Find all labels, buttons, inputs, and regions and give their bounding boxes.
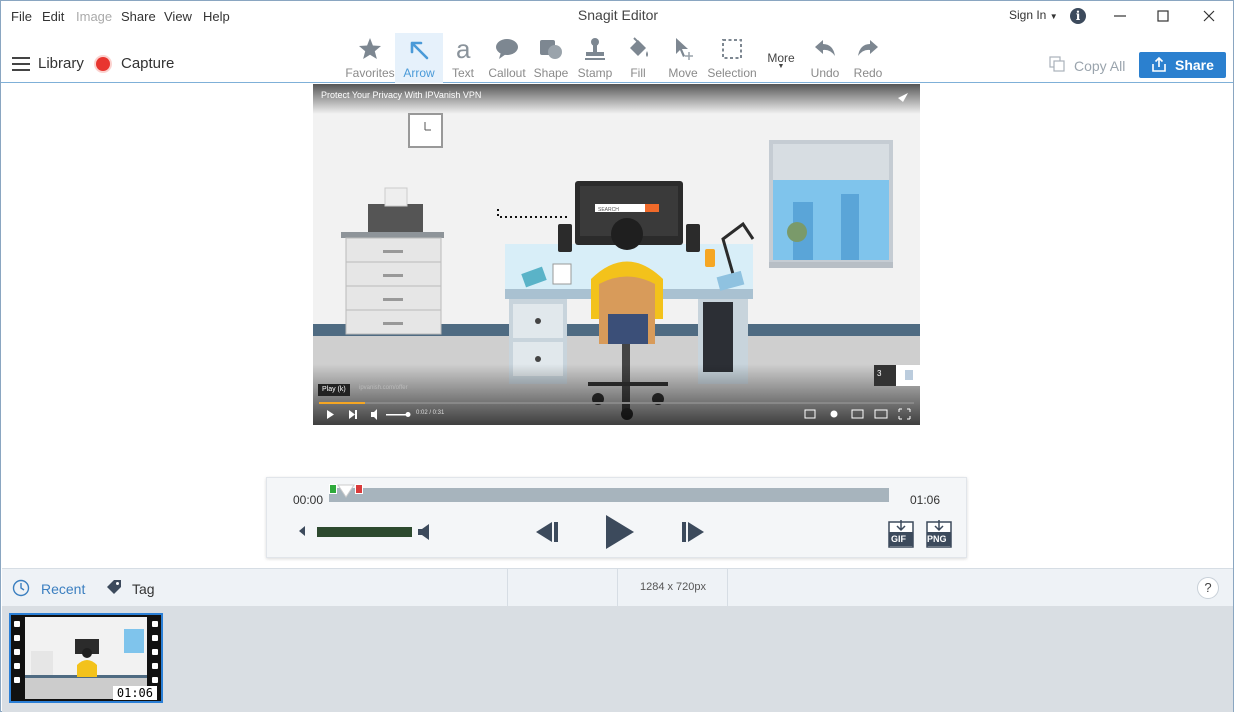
menu-file[interactable]: File <box>11 9 32 24</box>
play-icon[interactable] <box>603 513 637 551</box>
info-icon[interactable]: i <box>1070 8 1086 24</box>
volume-high-icon[interactable] <box>417 522 433 542</box>
card-count: 3 <box>877 369 882 378</box>
share-icon <box>1152 57 1166 72</box>
close-icon[interactable] <box>1199 6 1219 26</box>
save-as-png-button[interactable]: PNG <box>926 518 952 548</box>
video-time: 0:02 / 0:31 <box>416 410 445 416</box>
save-as-gif-button[interactable]: GIF <box>888 518 914 548</box>
selection-icon <box>722 39 742 59</box>
snagit-editor-window: File Edit Image Share View Help Snagit E… <box>0 0 1234 712</box>
timeline-track[interactable] <box>329 488 889 502</box>
tool-redo[interactable]: Redo <box>844 33 892 83</box>
tag-tab[interactable]: Tag <box>132 581 155 597</box>
maximize-icon[interactable] <box>1153 6 1173 26</box>
menu-help[interactable]: Help <box>203 9 230 24</box>
help-icon[interactable]: ? <box>1197 577 1219 599</box>
tool-label: Selection <box>707 66 757 80</box>
minimize-icon[interactable] <box>1110 6 1130 26</box>
menu-share[interactable]: Share <box>121 9 156 24</box>
capture-button[interactable]: Capture <box>121 55 174 72</box>
bottom-bar: Recent Tag 1284 x 720px ? <box>2 568 1233 607</box>
arrow-icon <box>410 41 429 60</box>
stamp-icon <box>585 38 605 60</box>
gif-label: GIF <box>891 534 906 544</box>
svg-text:a: a <box>456 36 471 62</box>
video-player-controls: 00:00 01:06 GIF PNG <box>266 477 967 558</box>
fill-icon <box>630 37 648 57</box>
callout-icon <box>496 39 518 59</box>
video-title: Protect Your Privacy With IPVanish VPN <box>321 90 482 100</box>
sign-in-button[interactable]: Sign In ▼ <box>1009 8 1058 22</box>
start-time: 00:00 <box>293 493 324 507</box>
video-frame[interactable]: SEARCH Protect Your Privacy With IPVanis… <box>313 84 920 425</box>
volume-low-icon <box>299 526 305 536</box>
selection-end-marker[interactable] <box>355 484 363 494</box>
tool-selection[interactable]: Selection <box>707 33 757 83</box>
png-label: PNG <box>927 534 947 544</box>
image-dimensions: 1284 x 720px <box>639 581 707 593</box>
share-label: Share <box>1175 57 1214 73</box>
svg-text:SEARCH: SEARCH <box>598 207 619 213</box>
hamburger-menu-icon[interactable] <box>12 57 30 71</box>
menu-image: Image <box>76 9 113 24</box>
tool-move[interactable]: Move <box>659 33 707 83</box>
divider <box>727 569 728 607</box>
menu-view[interactable]: View <box>164 9 192 24</box>
capture-record-icon[interactable] <box>96 57 110 71</box>
toolbar: Library Capture Favorites Arrow a Text C… <box>1 33 1233 83</box>
star-icon <box>359 38 381 59</box>
video-illustration: SEARCH <box>313 84 920 425</box>
share-button[interactable]: Share <box>1139 52 1226 78</box>
copy-all-button[interactable]: Copy All <box>1074 58 1125 74</box>
tool-favorites[interactable]: Favorites <box>345 33 395 83</box>
sign-in-label: Sign In <box>1009 8 1047 22</box>
clock-icon <box>12 579 30 597</box>
video-url: ipvanish.com/offer <box>359 385 408 391</box>
menu-bar: File Edit Image Share View Help Snagit E… <box>1 1 1233 33</box>
recent-tab[interactable]: Recent <box>41 581 85 597</box>
shape-icon <box>540 40 562 59</box>
tag-icon <box>107 580 121 594</box>
library-button[interactable]: Library <box>38 55 84 72</box>
thumbnail-duration: 01:06 <box>112 686 157 700</box>
menu-edit[interactable]: Edit <box>42 9 64 24</box>
copy-icon <box>1049 56 1065 72</box>
recent-captures-tray: 01:06 <box>2 606 1233 712</box>
caret-down-icon: ▼ <box>1049 12 1058 21</box>
volume-slider[interactable] <box>317 527 412 537</box>
end-time: 01:06 <box>910 493 941 507</box>
thumbnail-image: 01:06 <box>11 615 161 701</box>
selection-start-marker[interactable] <box>329 484 337 494</box>
next-frame-icon[interactable] <box>680 518 708 546</box>
previous-frame-icon[interactable] <box>532 518 560 546</box>
text-icon: a <box>456 36 471 62</box>
redo-icon <box>858 40 878 56</box>
capture-thumbnail[interactable]: 01:06 <box>9 613 163 703</box>
tool-label: Redo <box>853 66 883 80</box>
undo-icon <box>815 40 835 56</box>
playhead[interactable] <box>337 484 355 502</box>
divider <box>507 569 508 607</box>
play-tooltip: Play (k) <box>318 384 350 396</box>
move-icon <box>676 38 693 60</box>
